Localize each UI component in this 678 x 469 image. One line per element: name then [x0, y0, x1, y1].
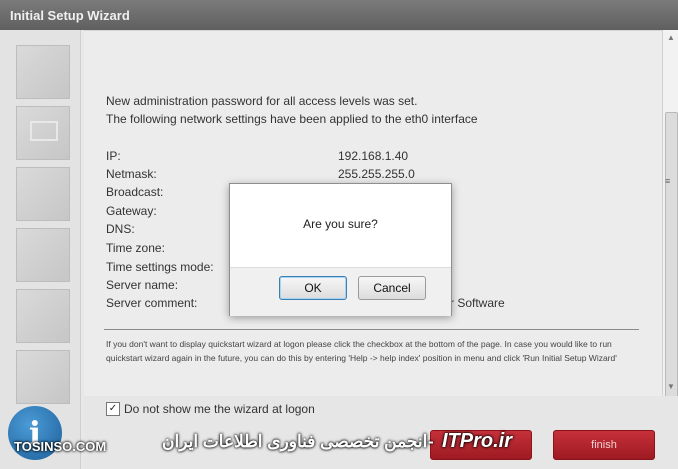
- setting-label: Time zone:: [106, 241, 165, 255]
- separator: [104, 329, 639, 330]
- setting-value: 255.255.255.0: [338, 167, 415, 181]
- cancel-button[interactable]: Cancel: [358, 276, 426, 300]
- monitor-icon: [30, 121, 58, 141]
- scroll-up-icon[interactable]: ▲: [667, 33, 675, 42]
- info-icon: i: [8, 406, 62, 460]
- title-bar: Initial Setup Wizard: [0, 0, 678, 30]
- intro-line: New administration password for all acce…: [106, 94, 418, 108]
- intro-line: The following network settings have been…: [106, 112, 478, 126]
- ok-button[interactable]: OK: [279, 276, 347, 300]
- step-thumbnail[interactable]: [16, 289, 70, 343]
- wizard-note: If you don't want to display quickstart …: [106, 339, 617, 363]
- setting-label: Time settings mode:: [106, 260, 214, 274]
- vertical-scrollbar[interactable]: ▲ ≡ ▼: [662, 30, 678, 414]
- wizard-steps-panel: [0, 30, 81, 469]
- step-thumbnail[interactable]: [16, 350, 70, 404]
- setting-label: IP:: [106, 149, 121, 163]
- setting-label: DNS:: [106, 222, 135, 236]
- finish-button[interactable]: finish: [553, 430, 655, 460]
- dialog-footer: OK Cancel: [230, 267, 451, 316]
- setting-value: r Software: [450, 296, 505, 310]
- setting-label: Server comment:: [106, 296, 198, 310]
- scroll-down-icon[interactable]: ▼: [667, 382, 675, 391]
- setting-label: Server name:: [106, 278, 179, 292]
- step-thumbnail[interactable]: [16, 228, 70, 282]
- step-thumbnail-network[interactable]: [16, 106, 70, 160]
- dont-show-checkbox[interactable]: ✓: [106, 402, 120, 416]
- step-thumbnail[interactable]: [16, 167, 70, 221]
- step-thumbnail[interactable]: [16, 45, 70, 99]
- window-title: Initial Setup Wizard: [10, 8, 130, 23]
- scroll-grip-icon: ≡: [665, 176, 671, 186]
- dialog-message: Are you sure?: [303, 217, 378, 231]
- setting-value: 192.168.1.40: [338, 149, 409, 163]
- confirm-dialog: Are you sure? OK Cancel: [229, 183, 452, 316]
- checkbox-label[interactable]: Do not show me the wizard at logon: [124, 402, 315, 416]
- setting-label: Gateway:: [106, 204, 157, 218]
- setting-label: Netmask:: [106, 167, 157, 181]
- scrollbar-thumb[interactable]: [665, 112, 678, 414]
- back-button[interactable]: [430, 430, 532, 460]
- setting-label: Broadcast:: [106, 185, 164, 199]
